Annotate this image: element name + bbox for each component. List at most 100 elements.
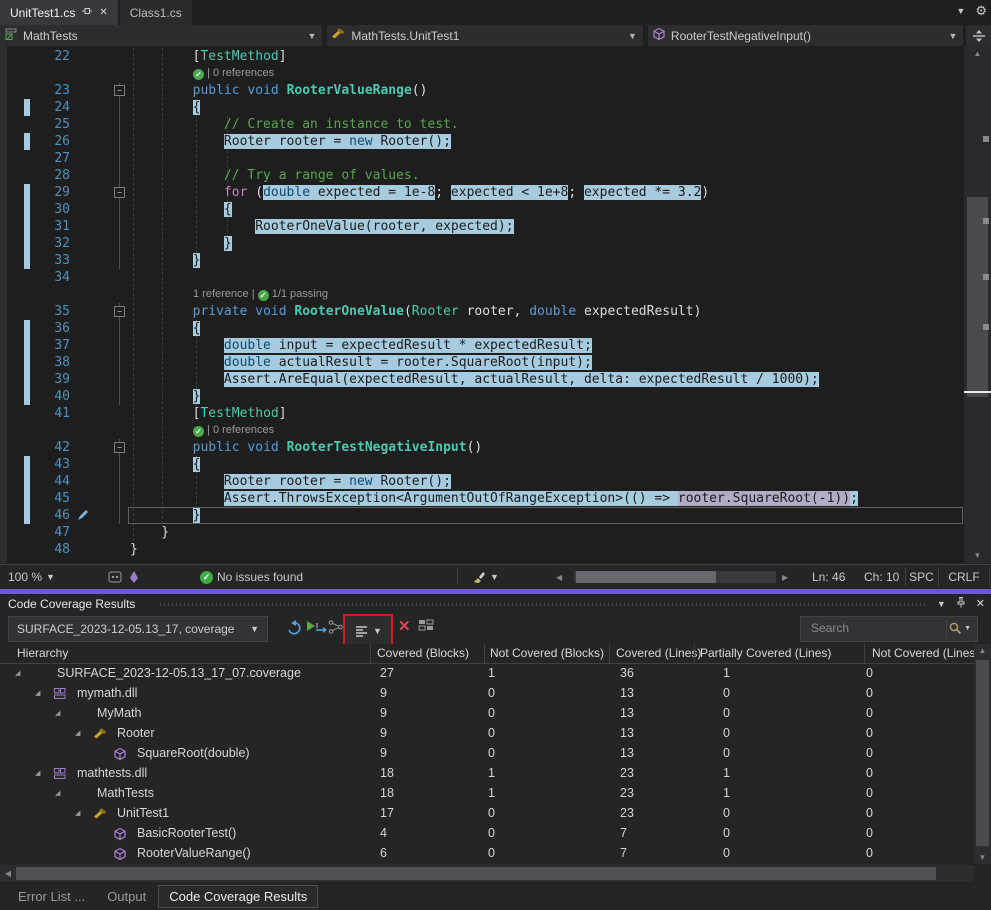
- codelens-row[interactable]: 1 reference | ✓ 1/1 passing: [0, 286, 960, 303]
- scrollbar-thumb[interactable]: [16, 867, 936, 880]
- codelens-text[interactable]: ✓ | 0 references: [193, 66, 274, 81]
- coverage-file-dropdown[interactable]: SURFACE_2023-12-05.13_17, coverage ▼: [8, 616, 268, 642]
- code-line[interactable]: 34: [0, 269, 960, 286]
- scroll-down-icon[interactable]: ▼: [964, 551, 991, 560]
- code-line[interactable]: 33 }: [0, 252, 960, 269]
- column-header-partially-covered-lines[interactable]: Partially Covered (Lines): [700, 646, 831, 660]
- issues-indicator[interactable]: ✓ No issues found: [200, 565, 303, 589]
- code-line[interactable]: 40 }: [0, 388, 960, 405]
- scroll-left-icon[interactable]: ◀: [2, 869, 14, 878]
- zoom-dropdown[interactable]: 100 % ▼: [8, 565, 55, 589]
- scrollbar-thumb[interactable]: [576, 571, 716, 583]
- column-indicator[interactable]: Ch: 10: [864, 565, 899, 589]
- code-line[interactable]: 41 [TestMethod]: [0, 405, 960, 422]
- tab-output[interactable]: Output: [97, 886, 156, 907]
- project-dropdown[interactable]: MathTests ▼: [0, 25, 323, 46]
- gear-icon[interactable]: ⚙: [975, 3, 987, 19]
- code-line[interactable]: 27: [0, 150, 960, 167]
- scroll-up-icon[interactable]: ▲: [964, 49, 991, 58]
- scroll-right-icon[interactable]: ▶: [782, 565, 788, 589]
- code-line[interactable]: 35− private void RooterOneValue(Rooter r…: [0, 303, 960, 320]
- panel-menu-chevron-icon[interactable]: ▼: [937, 599, 946, 609]
- code-line[interactable]: 45 Assert.ThrowsException<ArgumentOutOfR…: [0, 490, 960, 507]
- tab-class1[interactable]: Class1.cs: [120, 0, 192, 25]
- fold-collapse-icon[interactable]: −: [114, 306, 125, 317]
- expand-arrow-icon[interactable]: ◢: [55, 789, 60, 797]
- code-line[interactable]: 47 }: [0, 524, 960, 541]
- column-header-not-covered-lines[interactable]: Not Covered (Lines: [872, 646, 974, 660]
- coverage-tree-row[interactable]: ◢mymath.dll901300: [0, 684, 974, 704]
- code-line[interactable]: 32 }: [0, 235, 960, 252]
- coverage-search-box[interactable]: ▼: [800, 616, 978, 642]
- column-header-covered-lines[interactable]: Covered (Lines): [616, 646, 701, 660]
- tab-unittest1[interactable]: UnitTest1.cs ✕: [0, 0, 118, 25]
- split-editor-icon[interactable]: [966, 25, 991, 46]
- code-line[interactable]: 28 // Try a range of values.: [0, 167, 960, 184]
- code-line[interactable]: 48}: [0, 541, 960, 558]
- coverage-tree-row[interactable]: RooterValueRange()60700: [0, 844, 974, 864]
- code-editor[interactable]: 22 [TestMethod]✓ | 0 references23− publi…: [0, 46, 991, 563]
- scroll-left-icon[interactable]: ◀: [556, 565, 562, 589]
- show-coverage-coloring-icon[interactable]: [418, 619, 434, 633]
- panel-drag-grip[interactable]: [160, 603, 927, 606]
- code-line[interactable]: 31 RooterOneValue(rooter, expected);: [0, 218, 960, 235]
- code-line[interactable]: 22 [TestMethod]: [0, 48, 960, 65]
- code-line[interactable]: 24 {: [0, 99, 960, 116]
- panel-close-icon[interactable]: ✕: [976, 597, 985, 610]
- code-line[interactable]: 36 {: [0, 320, 960, 337]
- scroll-up-icon[interactable]: ▲: [974, 646, 991, 655]
- codelens-text[interactable]: 1 reference | ✓ 1/1 passing: [193, 287, 328, 302]
- code-line[interactable]: 38 double actualResult = rooter.SquareRo…: [0, 354, 960, 371]
- coverage-tree-row[interactable]: SquareRoot(double)901300: [0, 744, 974, 764]
- coverage-vertical-scrollbar[interactable]: ▲ ▼: [974, 644, 991, 864]
- expand-arrow-icon[interactable]: ◢: [55, 709, 60, 717]
- code-line[interactable]: 25 // Create an instance to test.: [0, 116, 960, 133]
- member-dropdown[interactable]: RooterTestNegativeInput() ▼: [648, 25, 965, 46]
- expand-arrow-icon[interactable]: ◢: [75, 729, 80, 737]
- fold-collapse-icon[interactable]: −: [114, 187, 125, 198]
- show-percentage-button-highlighted[interactable]: ▼: [343, 614, 393, 648]
- coverage-tree-row[interactable]: BasicRooterTest()40700: [0, 824, 974, 844]
- column-header-not-covered-blocks[interactable]: Not Covered (Blocks): [490, 646, 604, 660]
- code-line[interactable]: 23− public void RooterValueRange(): [0, 82, 960, 99]
- code-line[interactable]: 26 Rooter rooter = new Rooter();: [0, 133, 960, 150]
- coverage-tree-row[interactable]: ◢UnitTest11702300: [0, 804, 974, 824]
- window-chevron-down-icon[interactable]: ▼: [956, 6, 965, 16]
- line-ending-indicator[interactable]: CRLF: [938, 567, 990, 586]
- export-results-icon[interactable]: [305, 619, 327, 635]
- fold-collapse-icon[interactable]: −: [114, 442, 125, 453]
- expand-arrow-icon[interactable]: ◢: [75, 809, 80, 817]
- codelens-row[interactable]: ✓ | 0 references: [0, 422, 960, 439]
- scroll-down-icon[interactable]: ▼: [974, 853, 991, 862]
- editor-vertical-scrollbar[interactable]: ▲ ▼: [964, 46, 991, 563]
- line-indicator[interactable]: Ln: 46: [812, 565, 845, 589]
- formatting-brush-icon[interactable]: ▼: [472, 565, 499, 589]
- search-input[interactable]: [809, 620, 933, 636]
- spaces-indicator[interactable]: SPC: [905, 567, 937, 586]
- pin-icon[interactable]: [81, 5, 93, 20]
- code-line[interactable]: 44 Rooter rooter = new Rooter();: [0, 473, 960, 490]
- scrollbar-thumb[interactable]: [967, 197, 988, 397]
- coverage-horizontal-scrollbar[interactable]: ◀: [0, 865, 974, 882]
- code-line[interactable]: 42− public void RooterTestNegativeInput(…: [0, 439, 960, 456]
- tab-error-list[interactable]: Error List ...: [8, 886, 95, 907]
- merge-results-icon[interactable]: [328, 619, 344, 635]
- panel-pin-icon[interactable]: [955, 596, 967, 611]
- code-line[interactable]: 29− for (double expected = 1e-8; expecte…: [0, 184, 960, 201]
- expand-arrow-icon[interactable]: ◢: [15, 669, 20, 677]
- import-results-icon[interactable]: [283, 619, 301, 635]
- coverage-tree-row[interactable]: ◢SURFACE_2023-12-05.13_17_07.coverage271…: [0, 664, 974, 684]
- coverage-tree-row[interactable]: ◢Rooter901300: [0, 724, 974, 744]
- fold-collapse-icon[interactable]: −: [114, 85, 125, 96]
- code-line[interactable]: 37 double input = expectedResult * expec…: [0, 337, 960, 354]
- coverage-tree-row[interactable]: ◢mathtests.dll1812310: [0, 764, 974, 784]
- coverage-tree-row[interactable]: ◢MyMath901300: [0, 704, 974, 724]
- remove-coverage-icon[interactable]: ✕: [398, 617, 411, 635]
- code-line[interactable]: 30 {: [0, 201, 960, 218]
- code-line[interactable]: 46 }: [0, 507, 960, 524]
- expand-arrow-icon[interactable]: ◢: [35, 769, 40, 777]
- close-icon[interactable]: ✕: [99, 7, 107, 18]
- tab-code-coverage-results[interactable]: Code Coverage Results: [158, 885, 318, 908]
- scrollbar-thumb[interactable]: [976, 660, 989, 846]
- health-indicator-icon[interactable]: [108, 565, 122, 589]
